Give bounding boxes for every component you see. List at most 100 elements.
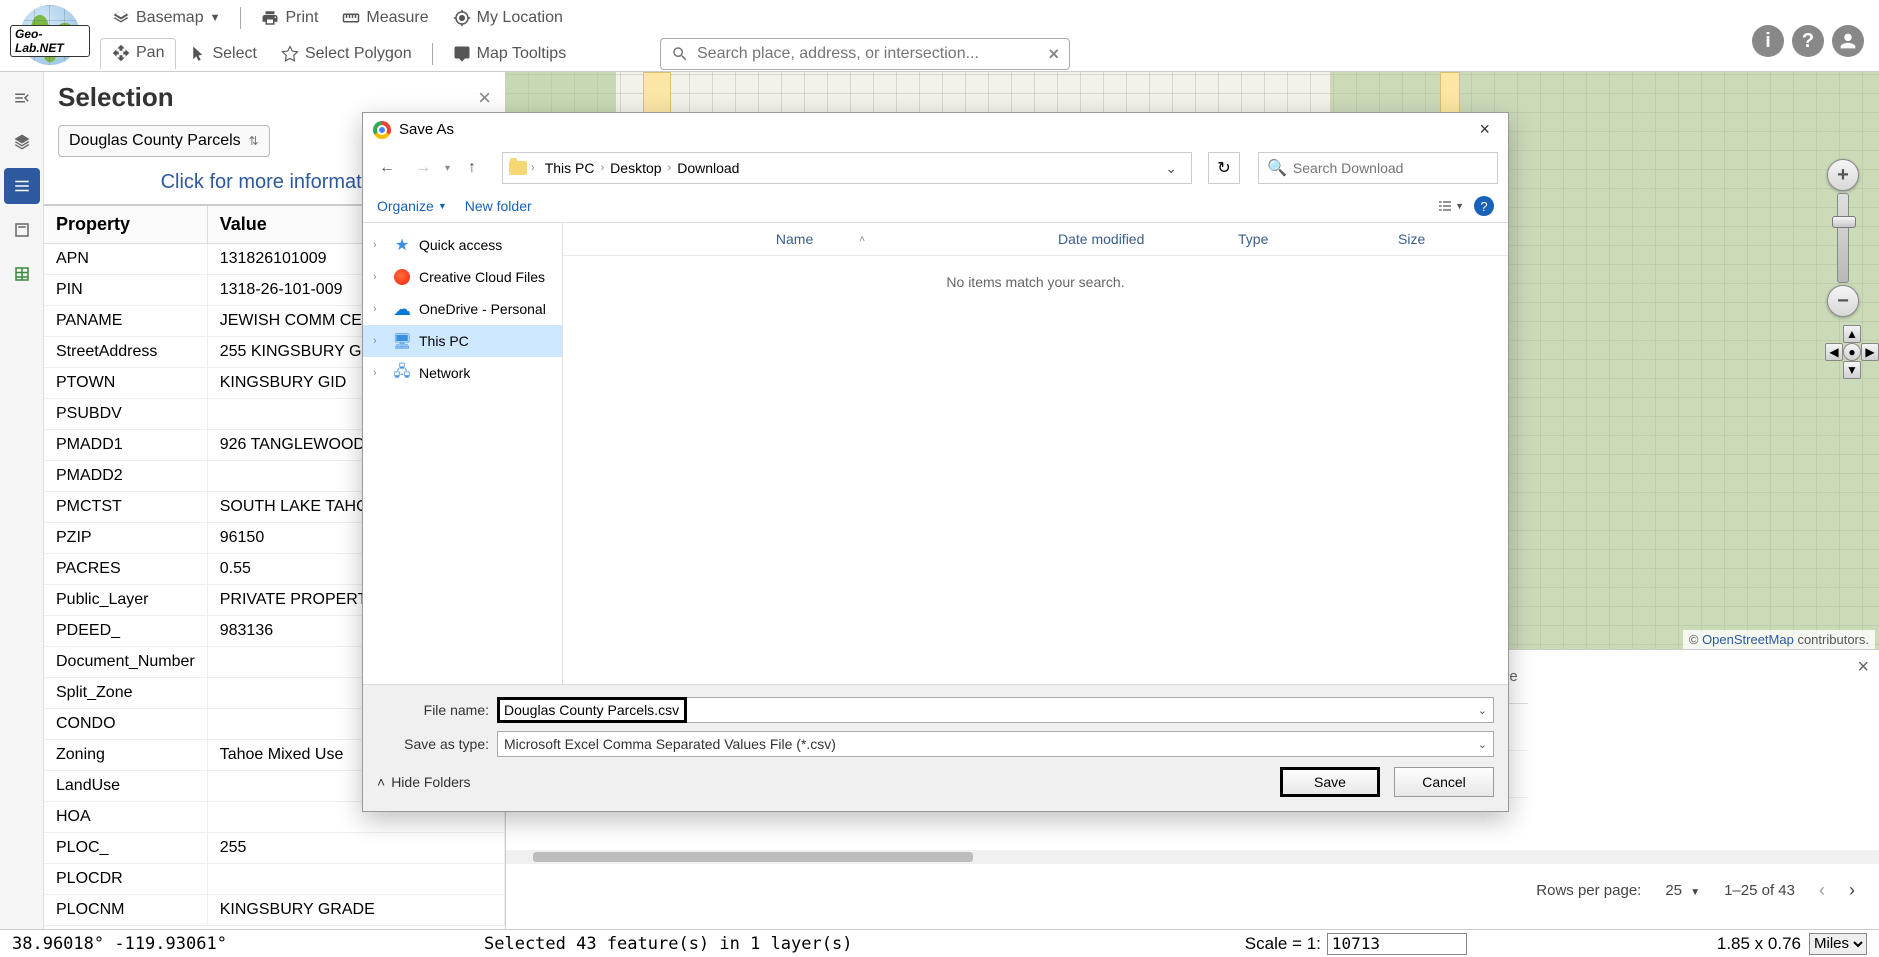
close-icon[interactable]: × xyxy=(478,85,491,111)
search-input[interactable] xyxy=(697,45,1048,63)
nav-forward-button[interactable]: → xyxy=(409,154,437,182)
layer-dropdown[interactable]: Douglas County Parcels ⇅ xyxy=(58,125,270,157)
header-icons: i ? xyxy=(1752,25,1864,57)
column-property[interactable]: Property xyxy=(44,206,207,244)
mylocation-button[interactable]: My Location xyxy=(441,3,575,33)
status-scale: Scale = 1: xyxy=(1245,933,1467,955)
app-logo[interactable]: Geo-Lab.NET xyxy=(10,3,90,68)
caret-down-icon: ▼ xyxy=(1690,887,1700,898)
column-size[interactable]: Size xyxy=(1388,231,1508,247)
tree-item[interactable]: ›Creative Cloud Files xyxy=(363,261,562,293)
tooltip-icon xyxy=(453,45,471,63)
zoom-in-button[interactable]: + xyxy=(1827,159,1859,191)
map-tooltips-button[interactable]: Map Tooltips xyxy=(441,39,579,69)
next-page-button[interactable]: › xyxy=(1849,880,1855,901)
property-row[interactable]: PLOCDR xyxy=(44,864,505,895)
chevron-right-icon[interactable]: › xyxy=(373,335,385,347)
rail-selection-icon[interactable] xyxy=(4,168,40,204)
caret-down-icon: ▼ xyxy=(1455,201,1464,211)
rail-panel-icon[interactable] xyxy=(4,212,40,248)
search-icon xyxy=(671,45,689,63)
user-icon[interactable] xyxy=(1832,25,1864,57)
organize-button[interactable]: Organize ▼ xyxy=(377,198,447,214)
breadcrumb-item[interactable]: This PC xyxy=(539,160,601,176)
units-select[interactable]: Miles xyxy=(1809,933,1867,955)
dialog-search-input[interactable] xyxy=(1293,160,1489,176)
breadcrumb-dropdown[interactable]: ⌄ xyxy=(1157,160,1185,177)
tree-item[interactable]: ›🖥This PC xyxy=(363,325,562,357)
filename-input[interactable] xyxy=(497,697,687,723)
chevron-right-icon[interactable]: › xyxy=(373,367,385,379)
column-name[interactable]: Name ˄ xyxy=(593,231,1048,247)
dialog-titlebar: Save As × xyxy=(363,113,1508,146)
separator xyxy=(432,43,433,65)
chevron-right-icon[interactable]: › xyxy=(373,271,385,283)
rail-table-icon[interactable] xyxy=(4,256,40,292)
measure-button[interactable]: Measure xyxy=(330,3,440,33)
cancel-button[interactable]: Cancel xyxy=(1394,767,1494,797)
basemap-button[interactable]: Basemap ▼ xyxy=(100,3,232,33)
pan-right[interactable]: ▶ xyxy=(1861,343,1879,361)
search-bar[interactable]: × xyxy=(660,38,1070,70)
property-name: PTOWN xyxy=(44,368,207,399)
dialog-title: Save As xyxy=(399,121,454,138)
select-polygon-button[interactable]: Select Polygon xyxy=(269,39,424,69)
horizontal-scrollbar[interactable] xyxy=(506,850,1879,864)
hide-folders-button[interactable]: ˄ Hide Folders xyxy=(377,774,471,790)
recent-button[interactable]: ▾ xyxy=(445,163,450,174)
dialog-search[interactable]: 🔍 xyxy=(1258,152,1498,184)
chevron-right-icon[interactable]: › xyxy=(373,303,385,315)
save-as-dialog: Save As × ← → ▾ ↑ › This PC › Desktop › … xyxy=(362,112,1509,812)
close-icon[interactable]: × xyxy=(1857,656,1869,679)
tree-label: Quick access xyxy=(419,237,502,253)
close-icon[interactable]: × xyxy=(1471,119,1498,140)
save-button[interactable]: Save xyxy=(1280,767,1380,797)
pc-icon: 🖥 xyxy=(393,332,411,350)
info-icon[interactable]: i xyxy=(1752,25,1784,57)
pan-up[interactable]: ▲ xyxy=(1843,325,1861,343)
savetype-select[interactable]: Microsoft Excel Comma Separated Values F… xyxy=(497,731,1494,757)
osm-link[interactable]: OpenStreetMap xyxy=(1702,632,1794,647)
tree-item[interactable]: ›★Quick access xyxy=(363,229,562,261)
chevron-right-icon[interactable]: › xyxy=(373,239,385,251)
print-button[interactable]: Print xyxy=(249,3,330,33)
help-icon[interactable]: ? xyxy=(1792,25,1824,57)
zoom-handle[interactable] xyxy=(1832,216,1856,228)
tree-item[interactable]: ›🖧Network xyxy=(363,357,562,389)
rows-per-page-select[interactable]: 25 ▼ xyxy=(1665,882,1700,899)
breadcrumb[interactable]: › This PC › Desktop › Download ⌄ xyxy=(502,152,1192,184)
rail-layers-icon[interactable] xyxy=(4,124,40,160)
pan-button[interactable]: Pan xyxy=(100,38,176,69)
column-type[interactable]: Type xyxy=(1228,231,1388,247)
rail-menu-icon[interactable] xyxy=(4,80,40,116)
help-button[interactable]: ? xyxy=(1474,196,1494,216)
property-name: PLOCDR xyxy=(44,864,207,895)
nav-up-button[interactable]: ↑ xyxy=(458,154,486,182)
column-date[interactable]: Date modified xyxy=(1048,231,1228,247)
new-folder-button[interactable]: New folder xyxy=(465,198,532,214)
nav-back-button[interactable]: ← xyxy=(373,154,401,182)
scale-input[interactable] xyxy=(1327,933,1467,955)
refresh-button[interactable]: ↻ xyxy=(1208,152,1240,184)
filename-overflow[interactable]: ⌄ xyxy=(687,697,1494,723)
pan-left[interactable]: ◀ xyxy=(1825,343,1843,361)
tree-item[interactable]: ›☁OneDrive - Personal xyxy=(363,293,562,325)
range-label: 1–25 of 43 xyxy=(1724,882,1795,899)
breadcrumb-item[interactable]: Download xyxy=(671,160,745,176)
property-row[interactable]: PLOC_255 xyxy=(44,833,505,864)
property-name: Split_Zone xyxy=(44,678,207,709)
clear-icon[interactable]: × xyxy=(1048,44,1059,65)
property-name: HOA xyxy=(44,802,207,833)
select-button[interactable]: Select xyxy=(176,39,268,69)
grid-footer: Rows per page: 25 ▼ 1–25 of 43 ‹ › xyxy=(506,864,1879,917)
scroll-thumb[interactable] xyxy=(533,852,972,862)
zoom-out-button[interactable]: − xyxy=(1827,285,1859,317)
pan-down[interactable]: ▼ xyxy=(1843,361,1861,379)
pan-center[interactable]: ● xyxy=(1843,343,1861,361)
breadcrumb-item[interactable]: Desktop xyxy=(604,160,667,176)
caret-down-icon: ⌄ xyxy=(1478,704,1487,717)
zoom-slider[interactable] xyxy=(1837,193,1849,283)
view-options-button[interactable]: ▼ xyxy=(1437,198,1464,214)
property-row[interactable]: PLOCNMKINGSBURY GRADE xyxy=(44,895,505,926)
prev-page-button[interactable]: ‹ xyxy=(1819,880,1825,901)
